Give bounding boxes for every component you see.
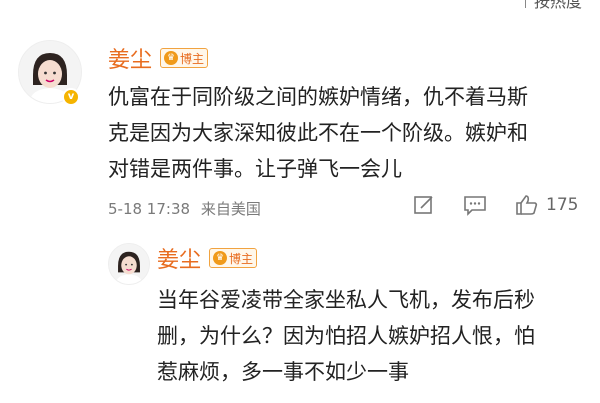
comment-button[interactable] (462, 193, 488, 217)
comment-meta: 5-18 17:38 来自美国 (108, 198, 261, 219)
divider (524, 0, 526, 8)
like-count: 175 (546, 195, 579, 215)
sort-by-hot-link[interactable]: 按热度 (534, 0, 582, 12)
reply-avatar-image (109, 244, 149, 284)
comment-text: 仇富在于同阶级之间的嫉妒情绪，仇不着马斯 克是因为大家深知彼此不在一个阶级。嫉妒… (108, 85, 528, 181)
reply-author-name[interactable]: 姜尘 (157, 242, 201, 274)
crown-icon: ♛ (164, 51, 179, 65)
edit-icon (414, 196, 433, 214)
edit-button[interactable] (412, 193, 436, 217)
blogger-badge: ♛ 博主 (160, 48, 209, 68)
reply-header: 姜尘 ♛ 博主 (157, 242, 258, 274)
crown-icon: ♛ (213, 251, 228, 265)
reply-blogger-badge-label: 博主 (229, 251, 254, 266)
comment-author-name[interactable]: 姜尘 (108, 42, 152, 74)
comment-header: 姜尘 ♛ 博主 (108, 42, 209, 74)
thumbs-up-icon (516, 195, 538, 215)
comment-icon (464, 196, 486, 216)
blogger-badge-label: 博主 (180, 51, 205, 66)
reply-blogger-badge: ♛ 博主 (209, 248, 258, 268)
verified-icon: v (62, 88, 80, 106)
like-button[interactable]: 175 (514, 193, 578, 217)
reply-text: 当年谷爱凌带全家坐私人飞机，发布后秒 删，为什么？因为怕招人嫉妒招人恨，怕 惹麻… (157, 288, 535, 384)
comment-actions: 175 (412, 193, 578, 217)
comment-location: 来自美国 (200, 200, 261, 218)
sort-toggle[interactable]: 按热度 (524, 0, 582, 12)
comment-date: 5-18 17:38 (108, 200, 191, 218)
reply-avatar[interactable] (108, 243, 150, 285)
